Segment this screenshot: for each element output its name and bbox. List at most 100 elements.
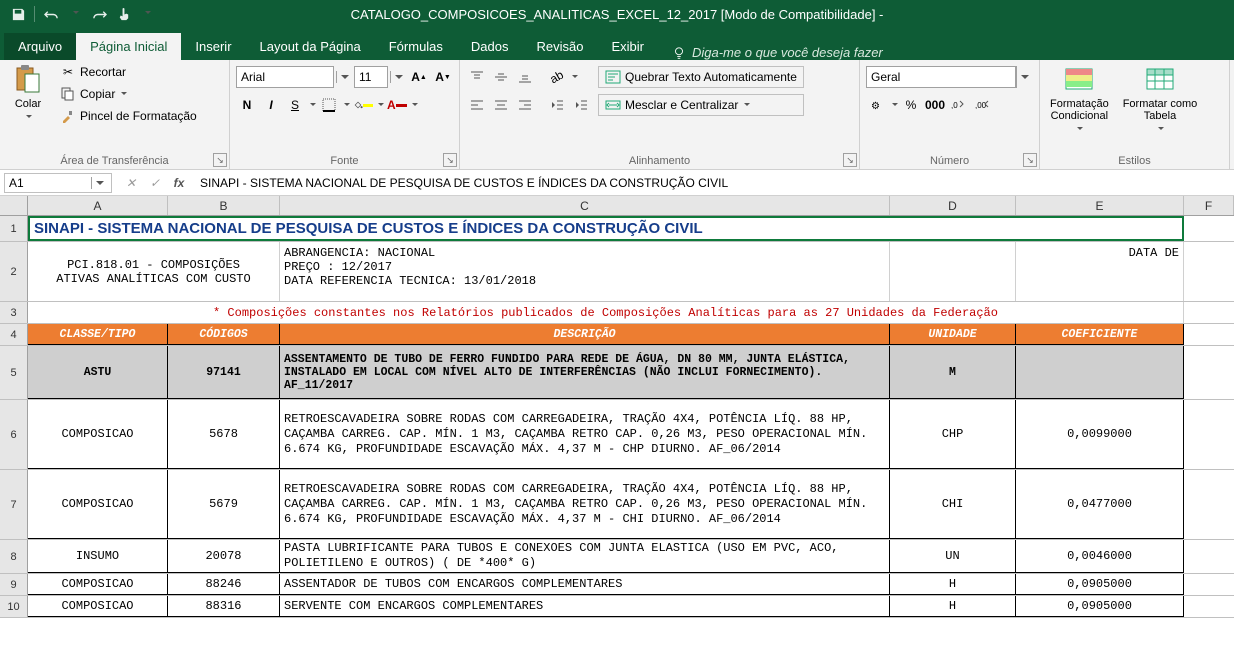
- row-header-3[interactable]: 3: [0, 302, 28, 323]
- paste-dropdown[interactable]: [24, 112, 32, 124]
- col-header-e[interactable]: E: [1016, 196, 1184, 215]
- cell-a6[interactable]: COMPOSICAO: [28, 400, 168, 469]
- align-left-icon[interactable]: [466, 94, 488, 116]
- number-dialog-launcher[interactable]: ↘: [1023, 153, 1037, 167]
- fill-color-button[interactable]: [352, 94, 374, 116]
- cell-c4[interactable]: DESCRIÇÃO: [280, 324, 890, 345]
- redo-icon[interactable]: [89, 4, 109, 24]
- col-header-a[interactable]: A: [28, 196, 168, 215]
- cell-d6[interactable]: CHP: [890, 400, 1016, 469]
- shrink-font-icon[interactable]: A▼: [432, 66, 454, 88]
- orientation-icon[interactable]: ab: [546, 66, 568, 88]
- row-header-2[interactable]: 2: [0, 242, 28, 301]
- tab-review[interactable]: Revisão: [523, 33, 598, 60]
- copy-button[interactable]: Copiar: [56, 84, 201, 104]
- tell-me-box[interactable]: Diga-me o que você deseja fazer: [658, 45, 897, 60]
- col-header-f[interactable]: F: [1184, 196, 1234, 215]
- percent-format-icon[interactable]: %: [900, 94, 922, 116]
- cell-a5[interactable]: ASTU: [28, 346, 168, 399]
- align-bottom-icon[interactable]: [514, 66, 536, 88]
- name-box-dropdown[interactable]: [91, 177, 107, 189]
- cell-a3[interactable]: * Composições constantes nos Relatórios …: [28, 302, 1184, 323]
- cell-d9[interactable]: H: [890, 574, 1016, 595]
- align-right-icon[interactable]: [514, 94, 536, 116]
- accounting-format-icon[interactable]: ⚙: [866, 94, 888, 116]
- cell-a10[interactable]: COMPOSICAO: [28, 596, 168, 617]
- name-box[interactable]: A1: [4, 173, 112, 193]
- cell-d5[interactable]: M: [890, 346, 1016, 399]
- align-center-icon[interactable]: [490, 94, 512, 116]
- undo-dropdown[interactable]: [65, 4, 85, 24]
- wrap-text-button[interactable]: Quebrar Texto Automaticamente: [598, 66, 804, 88]
- row-header-6[interactable]: 6: [0, 400, 28, 469]
- font-size-combo[interactable]: 11: [354, 66, 388, 88]
- clipboard-dialog-launcher[interactable]: ↘: [213, 153, 227, 167]
- cell-b10[interactable]: 88316: [168, 596, 280, 617]
- file-tab[interactable]: Arquivo: [4, 33, 76, 60]
- cell-b6[interactable]: 5678: [168, 400, 280, 469]
- cell-e6[interactable]: 0,0099000: [1016, 400, 1184, 469]
- row-header-9[interactable]: 9: [0, 574, 28, 595]
- cell-c10[interactable]: SERVENTE COM ENCARGOS COMPLEMENTARES: [280, 596, 890, 617]
- cell-e9[interactable]: 0,0905000: [1016, 574, 1184, 595]
- cell-e5[interactable]: [1016, 346, 1184, 399]
- row-header-10[interactable]: 10: [0, 596, 28, 617]
- insert-function-icon[interactable]: fx: [168, 173, 190, 193]
- comma-format-icon[interactable]: 000: [924, 94, 946, 116]
- font-size-dropdown[interactable]: [390, 71, 406, 83]
- cell-a7[interactable]: COMPOSICAO: [28, 470, 168, 539]
- align-middle-icon[interactable]: [490, 66, 512, 88]
- formula-bar[interactable]: SINAPI - SISTEMA NACIONAL DE PESQUISA DE…: [194, 173, 1234, 193]
- tab-formulas[interactable]: Fórmulas: [375, 33, 457, 60]
- cell-b5[interactable]: 97141: [168, 346, 280, 399]
- decrease-decimal-icon[interactable]: ,00: [972, 94, 994, 116]
- row-header-7[interactable]: 7: [0, 470, 28, 539]
- cell-c8[interactable]: PASTA LUBRIFICANTE PARA TUBOS E CONEXOES…: [280, 540, 890, 573]
- cell-c7[interactable]: RETROESCAVADEIRA SOBRE RODAS COM CARREGA…: [280, 470, 890, 539]
- row-header-4[interactable]: 4: [0, 324, 28, 345]
- increase-decimal-icon[interactable]: ,0: [948, 94, 970, 116]
- bold-button[interactable]: N: [236, 94, 258, 116]
- cell-e7[interactable]: 0,0477000: [1016, 470, 1184, 539]
- cell-a4[interactable]: CLASSE/TIPO: [28, 324, 168, 345]
- font-name-dropdown[interactable]: [336, 71, 352, 83]
- cell-d2[interactable]: [890, 242, 1016, 301]
- cell-a2[interactable]: PCI.818.01 - COMPOSIÇÕES ATIVAS ANALÍTIC…: [28, 242, 280, 301]
- cell-b9[interactable]: 88246: [168, 574, 280, 595]
- cell-c6[interactable]: RETROESCAVADEIRA SOBRE RODAS COM CARREGA…: [280, 400, 890, 469]
- cell-b8[interactable]: 20078: [168, 540, 280, 573]
- row-header-1[interactable]: 1: [0, 216, 28, 241]
- font-dialog-launcher[interactable]: ↘: [443, 153, 457, 167]
- cell-c5[interactable]: ASSENTAMENTO DE TUBO DE FERRO FUNDIDO PA…: [280, 346, 890, 399]
- alignment-dialog-launcher[interactable]: ↘: [843, 153, 857, 167]
- cell-c9[interactable]: ASSENTADOR DE TUBOS COM ENCARGOS COMPLEM…: [280, 574, 890, 595]
- font-color-button[interactable]: A: [386, 94, 408, 116]
- conditional-formatting-button[interactable]: Formatação Condicional: [1046, 62, 1113, 138]
- select-all-corner[interactable]: [0, 196, 28, 215]
- tab-view[interactable]: Exibir: [597, 33, 658, 60]
- format-painter-button[interactable]: Pincel de Formatação: [56, 106, 201, 126]
- font-name-combo[interactable]: Arial: [236, 66, 334, 88]
- borders-button[interactable]: [318, 94, 340, 116]
- save-icon[interactable]: [8, 4, 28, 24]
- tab-home[interactable]: Página Inicial: [76, 33, 181, 60]
- cell-b7[interactable]: 5679: [168, 470, 280, 539]
- tab-layout[interactable]: Layout da Página: [246, 33, 375, 60]
- cancel-formula-icon[interactable]: ✕: [120, 173, 142, 193]
- cell-d4[interactable]: UNIDADE: [890, 324, 1016, 345]
- increase-indent-icon[interactable]: [570, 94, 592, 116]
- grow-font-icon[interactable]: A▲: [408, 66, 430, 88]
- align-top-icon[interactable]: [466, 66, 488, 88]
- cell-a8[interactable]: INSUMO: [28, 540, 168, 573]
- number-format-dropdown[interactable]: [1016, 66, 1032, 88]
- cell-b4[interactable]: CÓDIGOS: [168, 324, 280, 345]
- cell-e4[interactable]: COEFICIENTE: [1016, 324, 1184, 345]
- cell-c2[interactable]: ABRANGENCIA: NACIONAL PREÇO : 12/2017 DA…: [280, 242, 890, 301]
- cell-e10[interactable]: 0,0905000: [1016, 596, 1184, 617]
- cut-button[interactable]: ✂Recortar: [56, 62, 201, 82]
- cell-e2[interactable]: DATA DE: [1016, 242, 1184, 301]
- cell-e8[interactable]: 0,0046000: [1016, 540, 1184, 573]
- paste-button[interactable]: Colar: [6, 62, 50, 126]
- cell-d10[interactable]: H: [890, 596, 1016, 617]
- tab-data[interactable]: Dados: [457, 33, 523, 60]
